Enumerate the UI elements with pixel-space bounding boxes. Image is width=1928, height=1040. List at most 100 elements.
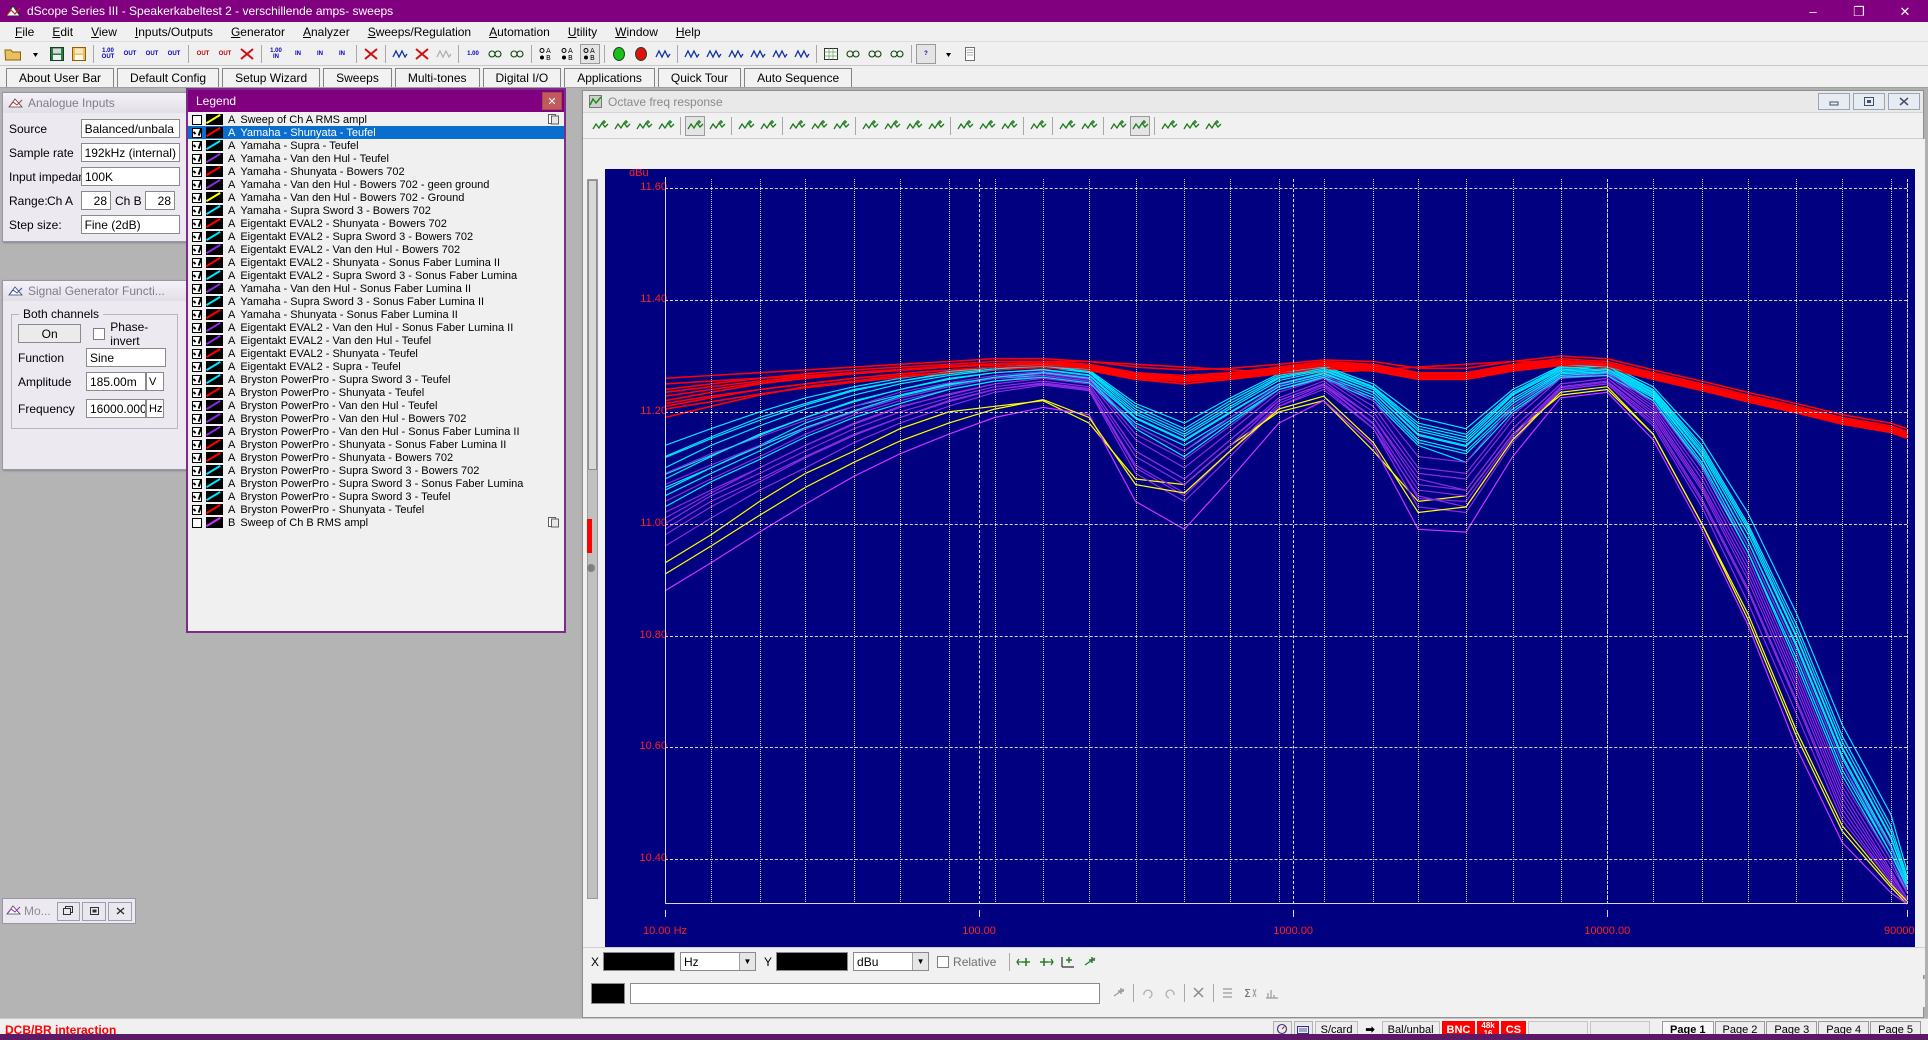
legend-row[interactable]: A Yamaha - Van den Hul - Sonus Faber Lumi… xyxy=(188,282,564,295)
menu-window[interactable]: Window xyxy=(606,23,667,41)
menu-inputs-outputs[interactable]: Inputs/Outputs xyxy=(126,23,222,41)
minimized-maximize-button[interactable] xyxy=(82,901,107,921)
legend-row-checkbox[interactable] xyxy=(192,517,202,528)
channel-b-icon[interactable]: AB xyxy=(558,44,578,64)
legend-row[interactable]: A Bryston PowerPro - Shunyata - Bowers 70… xyxy=(188,451,564,464)
legend-row-checkbox[interactable] xyxy=(192,231,202,242)
channel-ab-icon[interactable]: AB xyxy=(580,43,600,64)
input-scope-icon[interactable]: IN xyxy=(332,44,352,64)
cursor-left-icon[interactable] xyxy=(1014,952,1034,972)
frequency-unit[interactable]: Hz xyxy=(146,399,164,418)
command-input[interactable] xyxy=(630,982,1100,1004)
legend-row[interactable]: A Eigentakt EVAL2 - Van den Hul - Sonus F… xyxy=(188,321,564,334)
trace-smooth-icon[interactable] xyxy=(999,116,1019,136)
legend-row[interactable]: A Eigentakt EVAL2 - Shunyata - Teufel xyxy=(188,347,564,360)
link-icon[interactable] xyxy=(843,44,863,64)
chart-minimize-button[interactable] xyxy=(1818,93,1850,110)
show-table-icon[interactable] xyxy=(707,116,727,136)
expand-y-icon[interactable] xyxy=(1057,116,1077,136)
chart-maximize-button[interactable] xyxy=(1853,93,1885,110)
help-dropdown-icon[interactable] xyxy=(938,44,958,64)
clear-icon[interactable] xyxy=(361,44,381,64)
legend-row[interactable]: A Yamaha - Shunyata - Teufel xyxy=(188,126,564,139)
refresh-plot-icon[interactable] xyxy=(1028,116,1048,136)
legend-row[interactable]: A Yamaha - Shunyata - Sonus Faber Lumina … xyxy=(188,308,564,321)
monitor-icon[interactable] xyxy=(821,44,841,64)
legend-row[interactable]: A Yamaha - Van den Hul - Bowers 702 - Gro… xyxy=(188,191,564,204)
menu-analyzer[interactable]: Analyzer xyxy=(294,23,359,41)
legend-row-checkbox[interactable] xyxy=(192,114,202,125)
legend-row-checkbox[interactable] xyxy=(192,127,202,138)
legend-row[interactable]: A Bryston PowerPro - Shunyata - Sonus Fab… xyxy=(188,438,564,451)
legend-row[interactable]: A Bryston PowerPro - Van den Hul - Sonus … xyxy=(188,425,564,438)
legend-row-checkbox[interactable] xyxy=(192,140,202,151)
trace-flat-icon[interactable] xyxy=(1181,116,1201,136)
legend-row-checkbox[interactable] xyxy=(192,426,202,437)
menu-automation[interactable]: Automation xyxy=(480,23,559,41)
copy-icon[interactable] xyxy=(548,517,560,528)
relative-checkbox-group[interactable]: Relative xyxy=(937,955,996,969)
menu-view[interactable]: View xyxy=(82,23,126,41)
zoom-out-icon[interactable] xyxy=(809,116,829,136)
legend-row-checkbox[interactable] xyxy=(192,413,202,424)
legend-row[interactable]: A Yamaha - Supra - Teufel xyxy=(188,139,564,152)
legend-row[interactable]: A Eigentakt EVAL2 - Van den Hul - Teufel xyxy=(188,334,564,347)
legend-row-checkbox[interactable] xyxy=(192,374,202,385)
minimized-close-button[interactable] xyxy=(108,901,133,921)
analyzer-5-icon[interactable] xyxy=(770,44,790,64)
output-mute-icon[interactable]: OUT xyxy=(193,44,213,64)
legend-row[interactable]: A Sweep of Ch A RMS ampl xyxy=(188,113,564,126)
legend-row-checkbox[interactable] xyxy=(192,478,202,489)
compress-y-icon[interactable] xyxy=(1079,116,1099,136)
cmd-list-icon[interactable] xyxy=(1218,983,1238,1003)
sweep-stop-icon[interactable] xyxy=(412,44,432,64)
legend-row[interactable]: A Bryston PowerPro - Supra Sword 3 - Teuf… xyxy=(188,373,564,386)
phase-invert-checkbox[interactable] xyxy=(93,327,106,340)
legend-row[interactable]: A Bryston PowerPro - Van den Hul - Teufel xyxy=(188,399,564,412)
legend-row-checkbox[interactable] xyxy=(192,452,202,463)
legend-row-checkbox[interactable] xyxy=(192,491,202,502)
legend-row[interactable]: A Yamaha - Shunyata - Bowers 702 xyxy=(188,165,564,178)
legend-row-checkbox[interactable] xyxy=(192,205,202,216)
plot-cursor-handle[interactable] xyxy=(587,564,595,572)
tab-default-config[interactable]: Default Config xyxy=(117,68,220,87)
remove-trace-icon[interactable] xyxy=(612,116,632,136)
range-cha-input[interactable]: 28 xyxy=(81,191,111,210)
legend-row-checkbox[interactable] xyxy=(192,166,202,177)
legend-row[interactable]: A Eigentakt EVAL2 - Van den Hul - Bowers … xyxy=(188,243,564,256)
edit-limits-icon[interactable] xyxy=(736,116,756,136)
tab-setup-wizard[interactable]: Setup Wizard xyxy=(222,68,321,87)
stop-button-icon[interactable] xyxy=(631,44,651,64)
minimize-button[interactable]: – xyxy=(1790,0,1836,22)
zero-reference-icon[interactable] xyxy=(1108,116,1128,136)
output-meter-icon[interactable]: OUT xyxy=(142,44,162,64)
legend-row-checkbox[interactable] xyxy=(192,179,202,190)
tab-quick-tour[interactable]: Quick Tour xyxy=(657,68,742,87)
legend-row[interactable]: A Bryston PowerPro - Supra Sword 3 - Teuf… xyxy=(188,490,564,503)
save-icon[interactable] xyxy=(47,44,67,64)
legend-row-checkbox[interactable] xyxy=(192,270,202,281)
output-off-icon[interactable]: OUT xyxy=(215,44,235,64)
step-size-input[interactable]: Fine (2dB) xyxy=(80,215,180,234)
readout-y-value[interactable] xyxy=(776,952,849,971)
lock-icon[interactable] xyxy=(887,44,907,64)
output-filter-icon[interactable]: OUT xyxy=(120,44,140,64)
legend-row[interactable]: A Yamaha - Supra Sword 3 - Bowers 702 xyxy=(188,204,564,217)
pan-left-icon[interactable] xyxy=(860,116,880,136)
cmd-undo-icon[interactable] xyxy=(1138,983,1158,1003)
sweep-start-icon[interactable] xyxy=(390,44,410,64)
legend-row-checkbox[interactable] xyxy=(192,348,202,359)
legend-row[interactable]: A Eigentakt EVAL2 - Shunyata - Bowers 702 xyxy=(188,217,564,230)
legend-row-checkbox[interactable] xyxy=(192,309,202,320)
chart-close-button[interactable] xyxy=(1888,93,1920,110)
readout-x-value[interactable] xyxy=(603,952,676,971)
legend-row[interactable]: A Bryston PowerPro - Shunyata - Teufel xyxy=(188,503,564,516)
range-chb-input[interactable]: 28 xyxy=(145,191,175,210)
close-button[interactable]: ✕ xyxy=(1882,0,1928,22)
colour-trace-icon[interactable] xyxy=(634,116,654,136)
help-icon[interactable]: ? xyxy=(916,43,936,64)
legend-row-checkbox[interactable] xyxy=(192,335,202,346)
cursor-right-bracket-icon[interactable] xyxy=(977,116,997,136)
maximize-button[interactable]: ❐ xyxy=(1836,0,1882,22)
meter-1-icon[interactable]: 1.00 xyxy=(463,44,483,64)
